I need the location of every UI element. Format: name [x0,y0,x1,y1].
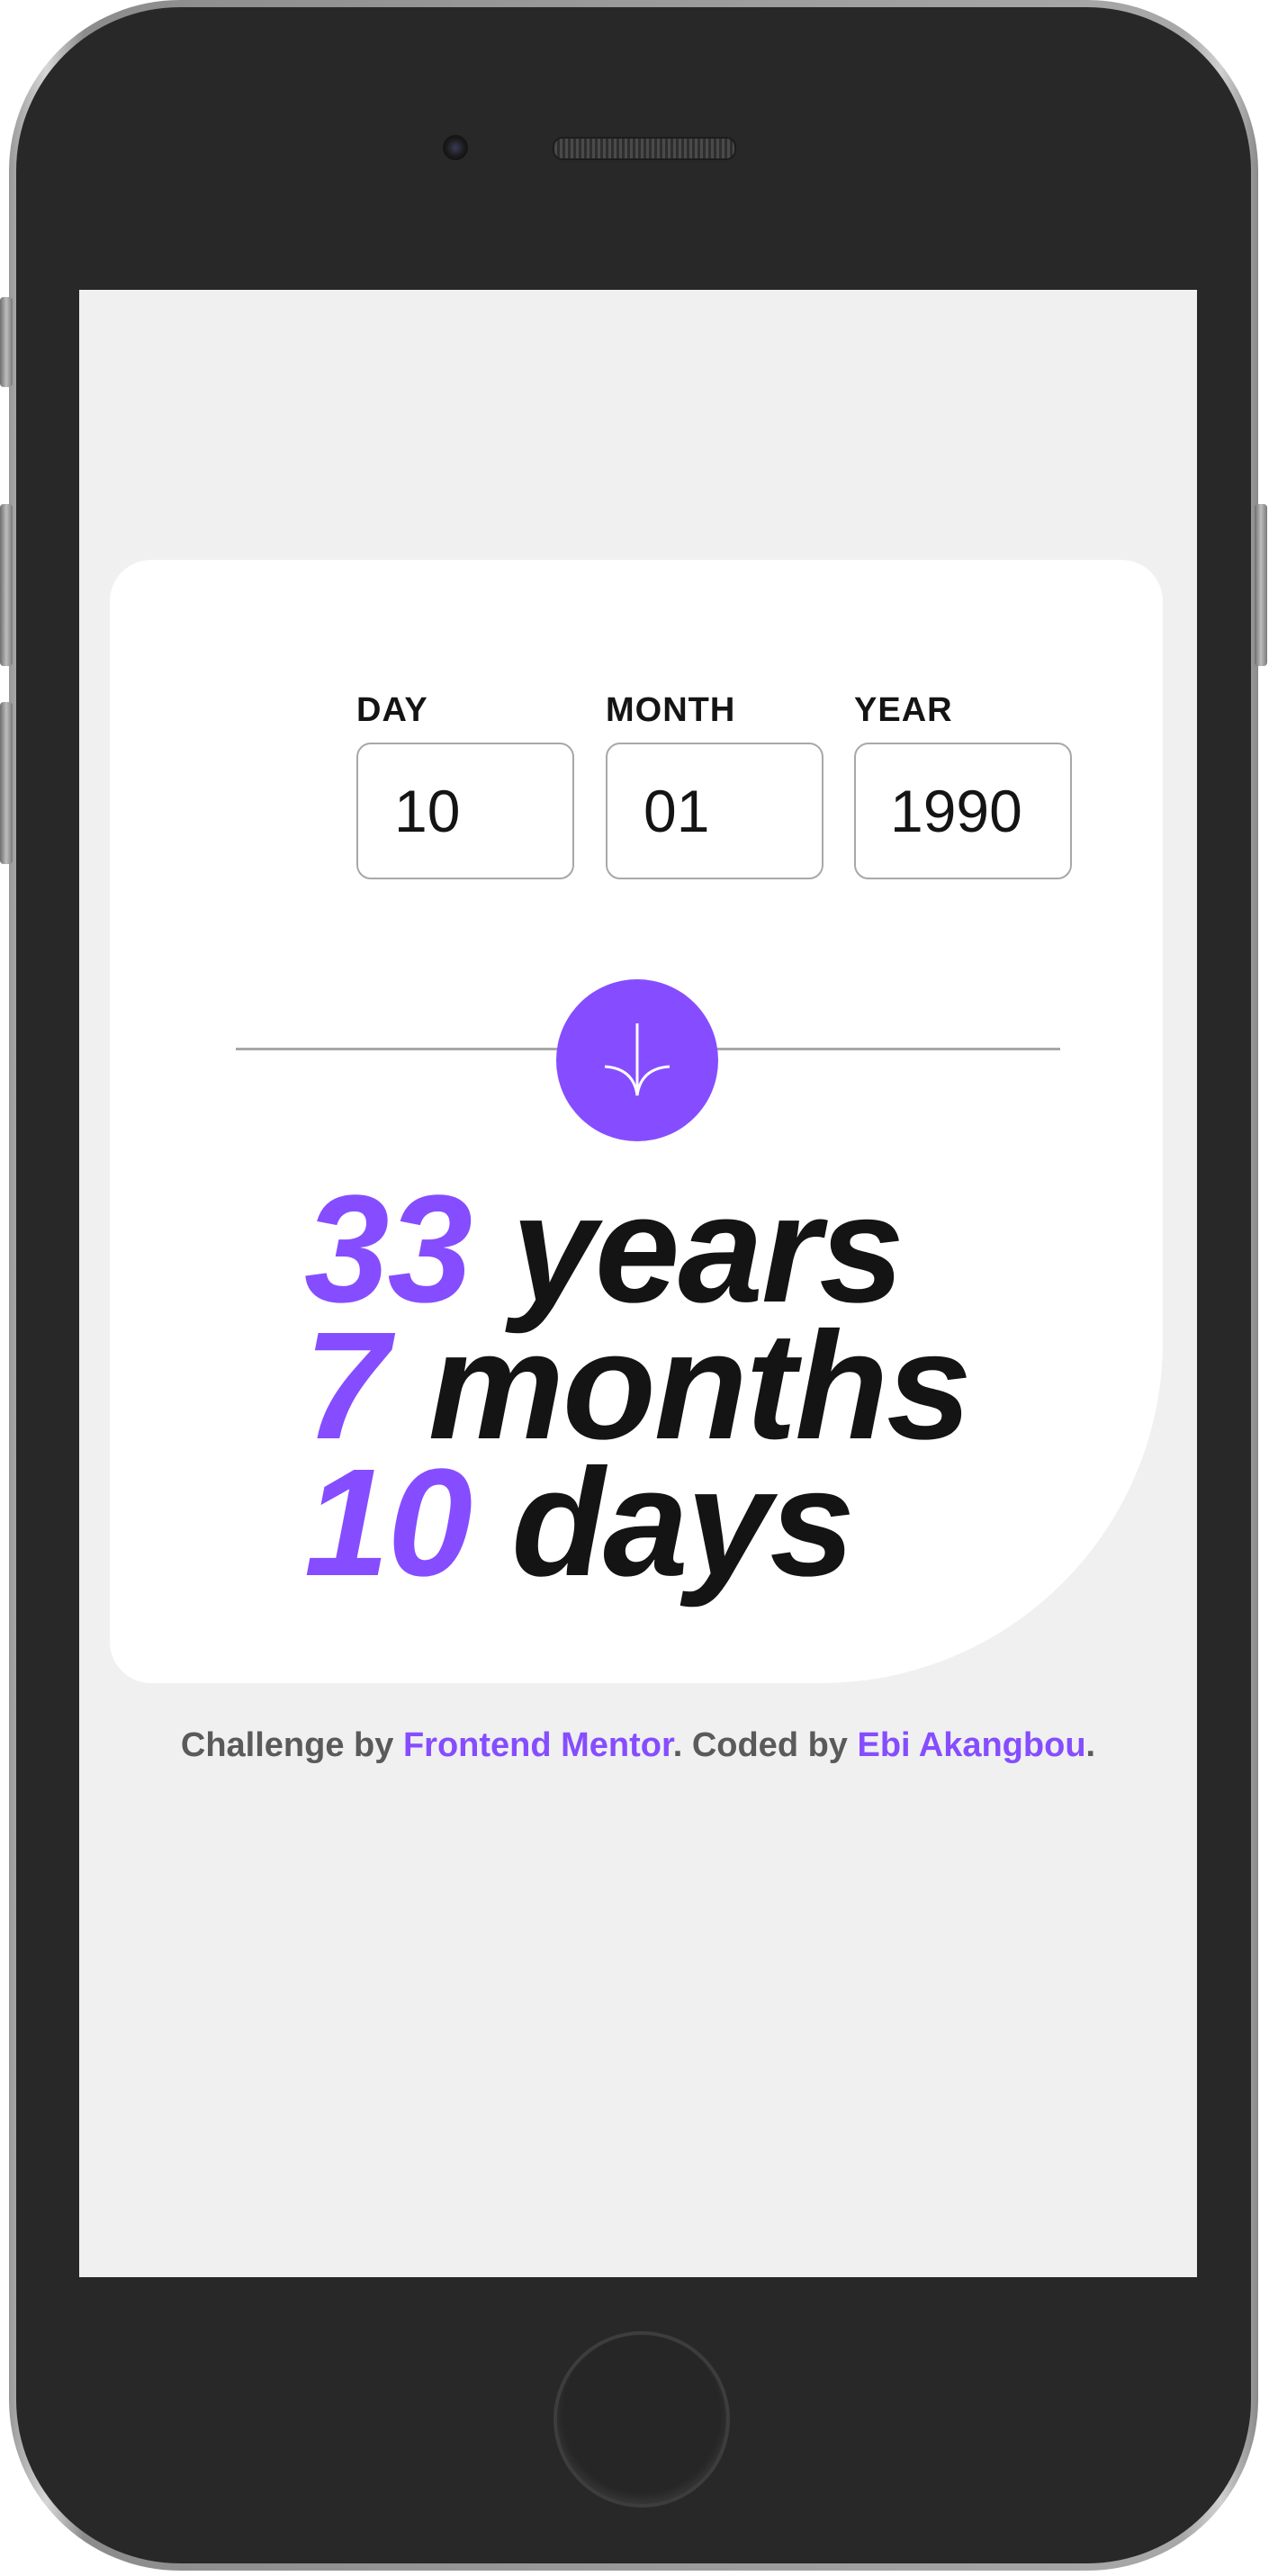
front-camera-icon [443,135,468,160]
phone-frame: DAY MONTH YEAR 33 ye [0,0,1267,2571]
power-button [1255,504,1267,666]
years-result: 33 years [304,1173,970,1326]
year-input[interactable] [854,743,1072,879]
arrow-down-icon [604,1023,670,1096]
day-field: DAY [356,691,574,879]
volume-up-button [0,504,13,666]
submit-button[interactable] [556,979,718,1141]
author-link[interactable]: Ebi Akangbou [858,1726,1086,1764]
home-button[interactable] [554,2331,730,2508]
days-value: 10 [304,1437,472,1608]
volume-down-button [0,702,13,864]
year-field: YEAR [854,691,1072,879]
speaker-grille [553,137,736,160]
days-result: 10 days [304,1446,970,1599]
attribution-suffix: . [1085,1726,1096,1764]
results: 33 years 7 months 10 days [304,1173,972,1599]
month-field: MONTH [606,691,824,879]
screen: DAY MONTH YEAR 33 ye [79,290,1197,2277]
attribution-middle: . Coded by [672,1726,858,1764]
mute-switch [0,297,13,387]
age-calculator-card: DAY MONTH YEAR 33 ye [110,560,1163,1683]
month-label: MONTH [606,691,736,729]
months-result: 7 months [304,1310,972,1463]
attribution: Challenge by Frontend Mentor. Coded by E… [79,1726,1197,1765]
day-input[interactable] [356,743,574,879]
days-label: days [511,1437,854,1608]
frontend-mentor-link[interactable]: Frontend Mentor [403,1726,673,1764]
day-label: DAY [356,691,428,729]
attribution-prefix: Challenge by [180,1726,403,1764]
year-label: YEAR [854,691,953,729]
month-input[interactable] [606,743,824,879]
